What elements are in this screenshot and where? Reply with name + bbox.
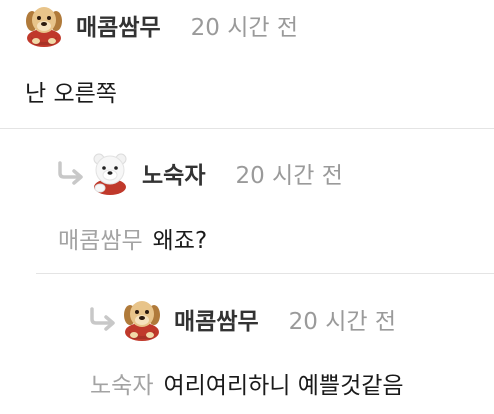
comment-text: 왜죠? — [152, 228, 208, 254]
puppy-avatar-icon[interactable] — [22, 3, 66, 47]
comment-time: 20 시간 전 — [190, 15, 299, 41]
comment-author[interactable]: 매콤쌈무 — [76, 8, 161, 42]
divider — [0, 128, 494, 129]
comment-header: 노숙자 20 시간 전 — [56, 148, 343, 198]
comment-header: 매콤쌈무 20 시간 전 — [88, 294, 396, 344]
reply-arrow-icon — [56, 161, 86, 185]
comment-text: 난 오른쪽 — [25, 81, 117, 107]
comment-body: 난 오른쪽 — [25, 74, 117, 108]
comment-body: 노숙자 여리여리하니 예쁠것같음 — [90, 366, 404, 400]
comment-time: 20 시간 전 — [288, 309, 397, 335]
polar-bear-avatar-icon[interactable] — [88, 151, 132, 195]
comment-author[interactable]: 노숙자 — [142, 156, 205, 190]
comment-text: 여리여리하니 예쁠것같음 — [163, 373, 404, 399]
comment-mention[interactable]: 매콤쌈무 — [58, 228, 143, 254]
comment-header: 매콤쌈무 20 시간 전 — [22, 0, 298, 50]
reply-arrow-icon — [88, 307, 118, 331]
divider — [36, 273, 494, 274]
comment-body: 매콤쌈무 왜죠? — [58, 221, 207, 255]
puppy-avatar-icon[interactable] — [120, 297, 164, 341]
comment-mention[interactable]: 노숙자 — [90, 373, 153, 399]
comment-author[interactable]: 매콤쌈무 — [174, 302, 259, 336]
comment-time: 20 시간 전 — [235, 163, 343, 189]
